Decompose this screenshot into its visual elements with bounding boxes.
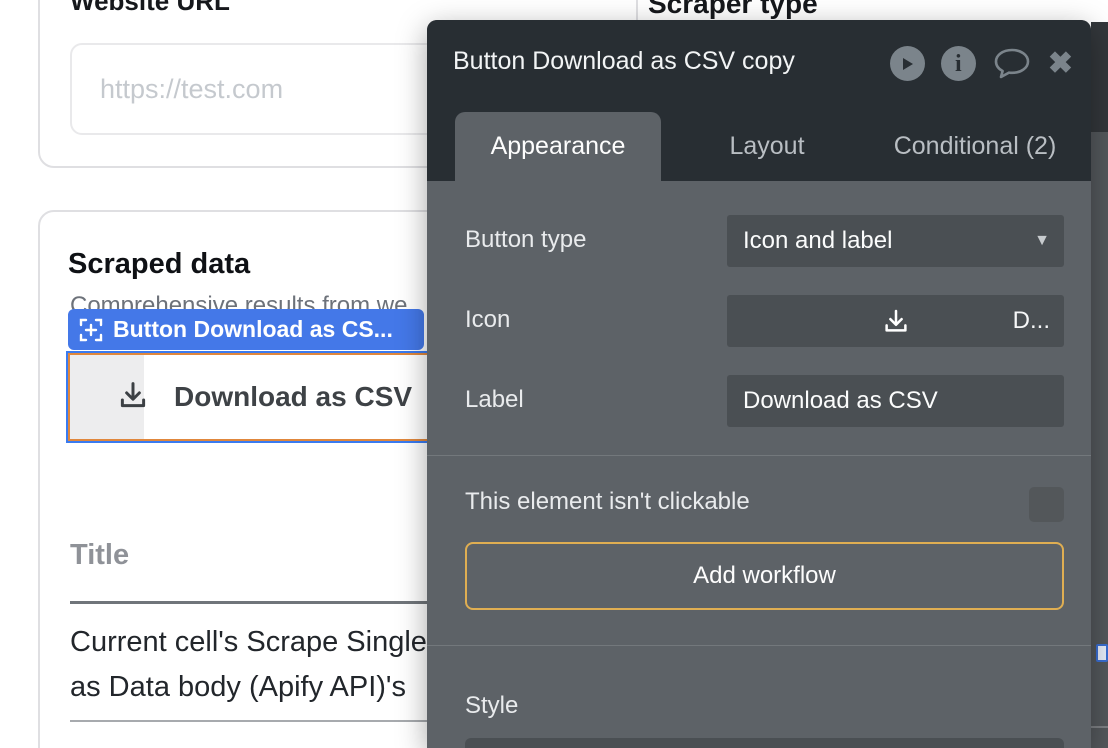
icon-label: Icon — [465, 306, 510, 334]
table-cell-expression: Current cell's Scrape Single as Data bod… — [70, 620, 427, 710]
select-plus-icon — [78, 317, 104, 343]
not-clickable-label: This element isn't clickable — [465, 488, 750, 516]
comment-icon[interactable] — [992, 46, 1032, 81]
tab-layout[interactable]: Layout — [677, 112, 857, 181]
label-input[interactable]: Download as CSV — [727, 375, 1064, 427]
selected-element-badge[interactable]: Button Download as CS... — [68, 309, 424, 350]
icon-name-truncated: D... — [1013, 307, 1050, 335]
label-field-label: Label — [465, 386, 524, 414]
selected-element-name: Button Download as CS... — [113, 316, 393, 343]
section-divider — [427, 455, 1091, 456]
button-type-value: Icon and label — [727, 227, 892, 255]
clickable-checkbox[interactable] — [1029, 487, 1064, 522]
tab-appearance[interactable]: Appearance — [455, 112, 661, 181]
dialog-header[interactable]: Button Download as CSV copy i ✖ — [427, 20, 1091, 181]
selected-button-outline: Download as CSV — [66, 351, 438, 443]
section-divider — [427, 645, 1091, 646]
style-section-label: Style — [465, 692, 518, 720]
editor-canvas: Website URL Scraper type Scraped data Co… — [0, 0, 1108, 748]
download-csv-button[interactable]: Download as CSV — [68, 353, 436, 441]
website-url-label: Website URL — [70, 0, 230, 17]
close-icon[interactable]: ✖ — [1048, 46, 1073, 81]
tab-conditional[interactable]: Conditional (2) — [867, 112, 1083, 181]
background-panel-strip-dark — [1091, 22, 1108, 132]
cell-expression-line1: Current cell's Scrape Single — [70, 620, 427, 665]
play-icon[interactable] — [890, 46, 925, 81]
title-column-header: Title — [70, 539, 129, 572]
partially-visible-content — [1096, 644, 1108, 662]
chevron-down-icon: ▼ — [1034, 232, 1050, 250]
dialog-header-actions: i ✖ — [890, 46, 1073, 81]
style-dropdown[interactable] — [465, 738, 1064, 748]
download-icon — [881, 306, 911, 336]
button-type-label: Button type — [465, 226, 586, 254]
scraper-type-heading: Scraper type — [648, 0, 818, 20]
label-input-value: Download as CSV — [727, 387, 938, 415]
icon-picker[interactable]: D... — [727, 295, 1064, 347]
property-editor-dialog: Button Download as CSV copy i ✖ — [427, 20, 1091, 748]
background-panel-strip-line — [1091, 726, 1108, 728]
download-icon — [116, 378, 150, 417]
info-icon[interactable]: i — [941, 46, 976, 81]
add-workflow-button[interactable]: Add workflow — [465, 542, 1064, 610]
dialog-title: Button Download as CSV copy — [453, 47, 795, 76]
button-type-dropdown[interactable]: Icon and label ▼ — [727, 215, 1064, 267]
scraped-data-title: Scraped data — [68, 248, 250, 281]
cell-expression-line2: as Data body (Apify API)'s — [70, 665, 427, 710]
download-csv-button-label: Download as CSV — [174, 381, 412, 413]
